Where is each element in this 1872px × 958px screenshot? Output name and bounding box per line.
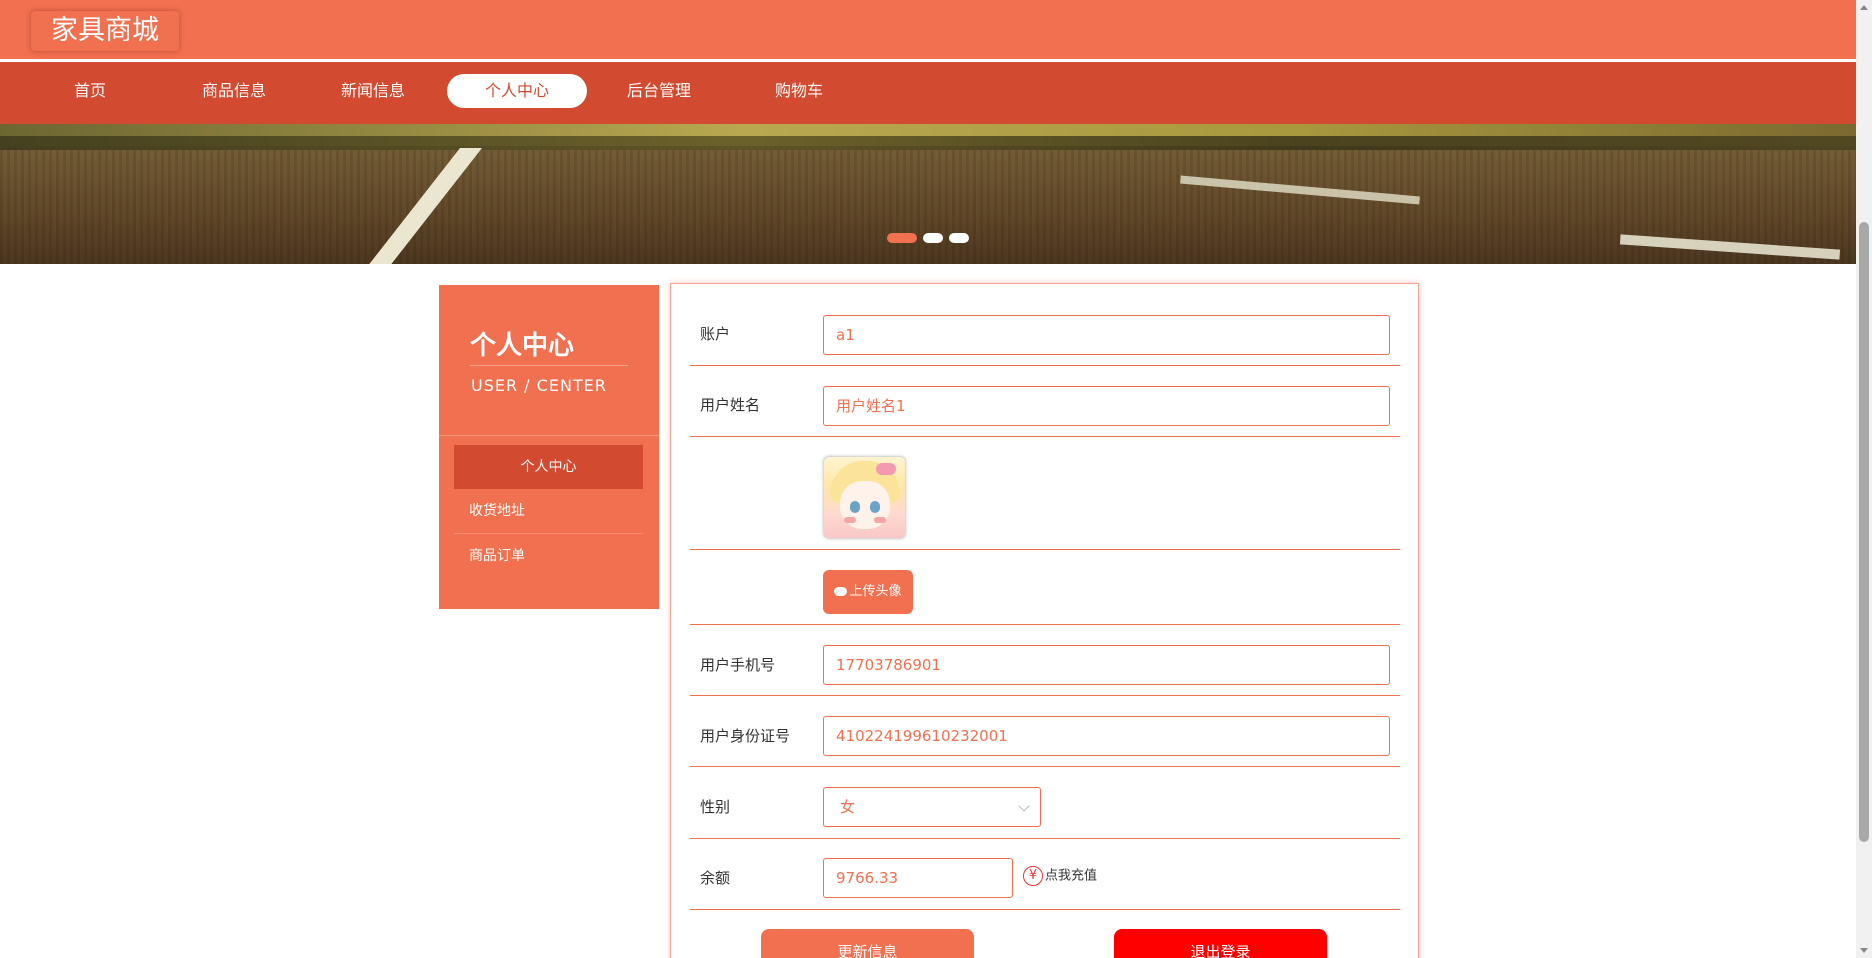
row-divider	[690, 766, 1400, 767]
update-info-button[interactable]: 更新信息	[761, 929, 974, 958]
nav-item-cart[interactable]: 购物车	[729, 74, 869, 108]
cloud-upload-icon	[834, 587, 848, 596]
sidebar-item-orders[interactable]: 商品订单	[454, 534, 643, 578]
row-divider	[690, 365, 1400, 366]
gender-select[interactable]: 女	[823, 787, 1041, 827]
avatar	[823, 456, 906, 539]
row-divider	[690, 549, 1400, 550]
site-logo[interactable]: 家具商城	[31, 11, 179, 51]
sidebar-title: 个人中心	[470, 331, 575, 361]
phone-label: 用户手机号	[700, 656, 776, 674]
row-divider	[690, 909, 1400, 910]
nav-item-products[interactable]: 商品信息	[164, 74, 304, 108]
chevron-down-icon	[1018, 800, 1030, 812]
account-label: 账户	[700, 325, 731, 343]
gender-selected-value: 女	[840, 798, 856, 816]
gender-label: 性别	[700, 798, 731, 816]
idcard-label: 用户身份证号	[700, 727, 791, 745]
carousel-dot-3[interactable]	[949, 233, 969, 243]
nav-item-admin[interactable]: 后台管理	[589, 74, 729, 108]
sidebar-divider	[470, 365, 628, 366]
sidebar-subtitle: USER / CENTER	[471, 376, 607, 395]
scrollbar-thumb[interactable]	[1859, 222, 1869, 842]
balance-field[interactable]: 9766.33	[823, 858, 1013, 898]
name-label: 用户姓名	[700, 396, 761, 414]
row-divider	[690, 695, 1400, 696]
banner-road	[0, 150, 1856, 264]
recharge-link[interactable]: ¥ 点我充值	[1023, 866, 1097, 887]
balance-label: 余额	[700, 869, 731, 887]
banner-hills	[0, 136, 1856, 150]
name-field[interactable]: 用户姓名1	[823, 386, 1390, 426]
top-header: 家具商城	[0, 0, 1856, 59]
nav-item-home[interactable]: 首页	[20, 74, 160, 108]
sidebar-item-address[interactable]: 收货地址	[454, 489, 643, 533]
banner-carousel	[0, 124, 1856, 264]
recharge-label: 点我充值	[1045, 868, 1098, 884]
profile-form: 账户 a1 用户姓名 用户姓名1 上传头像 用户手机号 17703786901 …	[670, 283, 1419, 958]
phone-field[interactable]: 17703786901	[823, 645, 1390, 685]
row-divider	[690, 436, 1400, 437]
page-scrollbar[interactable]	[1856, 0, 1872, 958]
carousel-dot-2[interactable]	[923, 233, 943, 243]
scroll-down-icon[interactable]	[1860, 948, 1868, 953]
nav-item-user-center[interactable]: 个人中心	[447, 74, 587, 108]
sidebar-item-user-center[interactable]: 个人中心	[454, 445, 643, 489]
upload-avatar-label: 上传头像	[849, 584, 902, 599]
row-divider	[690, 838, 1400, 839]
upload-avatar-button[interactable]: 上传头像	[823, 570, 913, 614]
nav-item-news[interactable]: 新闻信息	[303, 74, 443, 108]
row-divider	[690, 624, 1400, 625]
logout-button[interactable]: 退出登录	[1114, 929, 1327, 958]
scroll-up-icon[interactable]	[1860, 5, 1868, 10]
account-field[interactable]: a1	[823, 315, 1390, 355]
yen-icon: ¥	[1023, 866, 1043, 886]
user-sidebar: 个人中心 USER / CENTER 个人中心 收货地址 商品订单	[439, 285, 659, 609]
sidebar-separator	[439, 435, 659, 436]
main-nav: 首页 商品信息 新闻信息 个人中心 后台管理 购物车	[0, 62, 1856, 124]
idcard-field[interactable]: 410224199610232001	[823, 716, 1390, 756]
carousel-dot-1[interactable]	[887, 233, 917, 243]
